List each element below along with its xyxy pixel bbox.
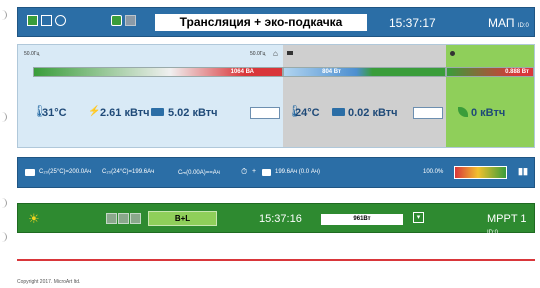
grid-freq-left: 50.0Гц: [24, 51, 40, 57]
edge-fragment: [0, 198, 7, 208]
power-icon[interactable]: [111, 15, 122, 26]
eco-section: 0.888 Вт 0 кВтч: [446, 45, 534, 147]
edge-fragment: [0, 10, 7, 20]
grid-freq-right: 50.0Гц: [250, 51, 266, 57]
status-icon[interactable]: [27, 15, 38, 26]
inverter-bar-value: 804 Вт: [322, 69, 341, 75]
edge-fragment: [0, 232, 7, 242]
inverter-power: 0.02 кВтч: [348, 107, 398, 119]
mppt-time: 15:37:16: [259, 213, 302, 225]
mppt-panel: ☀ В+L 15:37:16 961Вт ▾ MPPT 1 ID:0: [17, 203, 535, 236]
mppt-icon-1[interactable]: [106, 213, 117, 224]
capacity-25: C₂₀(25°C)=200.0Ач: [39, 169, 92, 175]
grid-bar-value: 1064 ВА: [230, 69, 254, 75]
battery-level-bar: [454, 166, 507, 179]
device-label: МАП ID:0: [488, 16, 529, 30]
mppt-device: MPPT 1 ID:0: [487, 213, 527, 236]
eco-bar-value: 0.888 Вт: [505, 69, 529, 75]
copyright: Copyright 2017. MicroArt ltd.: [17, 279, 81, 285]
battery-icon-3: [25, 169, 35, 176]
settings-icon[interactable]: [125, 15, 136, 26]
grid-temp: 31°C: [42, 107, 67, 119]
inverter-temp: 24°C: [295, 107, 320, 119]
grid-mini-chart[interactable]: [250, 107, 280, 119]
home-icon: ⌂: [273, 49, 278, 58]
battery-icon: [151, 108, 164, 116]
grid-icon[interactable]: [41, 15, 52, 26]
grid-power1: 2.61 кВтч: [100, 107, 150, 119]
fan-icon[interactable]: [55, 15, 66, 26]
edge-fragment: [0, 112, 7, 122]
grid-load-bar: 1064 ВА: [33, 67, 283, 77]
battery-icon-4: [262, 169, 271, 176]
dropdown-icon[interactable]: ▾: [413, 212, 424, 223]
page-title: Трансляция + эко-подкачка: [155, 14, 367, 31]
inverter-load-bar: 804 Вт: [283, 67, 446, 77]
leaf-icon: [458, 107, 468, 117]
sun-icon: ☀: [28, 211, 40, 226]
plug-icon: ⚡: [88, 106, 101, 117]
percent-label: 100.0%: [423, 169, 444, 175]
header-time: 15:37:17: [389, 16, 436, 30]
capacity-24: C₂₀(24°C)=199.6Ач: [102, 169, 155, 175]
plus-sign: +: [252, 168, 257, 175]
main-panel: 50.0Гц 50.0Гц ⌂ 1064 ВА 🌡 31°C ⚡ 2.61 кВ…: [17, 44, 535, 148]
current-label: Cₘ(0.00A)==Ач: [178, 170, 220, 176]
battery-panel: C₂₀(25°C)=200.0Ач C₂₀(24°C)=199.6Ач Cₘ(0…: [17, 157, 535, 188]
chart-icon[interactable]: ▮▮: [518, 166, 528, 177]
divider-line: [17, 259, 535, 261]
grid-power2: 5.02 кВтч: [168, 107, 218, 119]
eco-power: 0 кВтч: [471, 107, 506, 119]
grid-section: 50.0Гц 50.0Гц ⌂ 1064 ВА 🌡 31°C ⚡ 2.61 кВ…: [18, 45, 283, 147]
eco-load-bar: 0.888 Вт: [446, 67, 534, 77]
inverter-icon: [287, 51, 293, 55]
mppt-icon-2[interactable]: [118, 213, 129, 224]
solar-icon: [450, 51, 455, 56]
mppt-mode: В+L: [148, 211, 217, 226]
inverter-section: 804 Вт 🌡 24°C 0.02 кВтч: [283, 45, 446, 147]
header-bar: Трансляция + эко-подкачка 15:37:17 МАП I…: [17, 7, 535, 37]
battery-icon-2: [332, 108, 345, 116]
charge-label: 199.6Ач (0.0 Ач): [275, 169, 320, 175]
inverter-mini-chart[interactable]: [413, 107, 443, 119]
clock-icon: ⏱: [241, 167, 248, 176]
mppt-power: 961Вт: [321, 214, 403, 225]
mppt-icon-3[interactable]: [130, 213, 141, 224]
